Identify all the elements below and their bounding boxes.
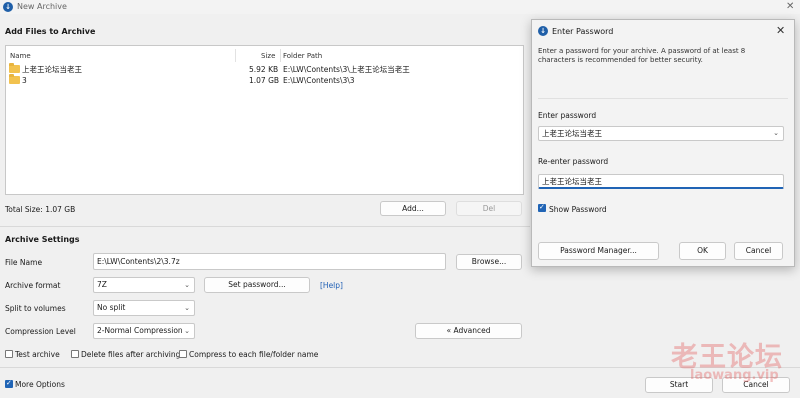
compress-each-label[interactable]: Compress to each file/folder name — [189, 350, 318, 359]
compression-level-value: 2-Normal Compression — [97, 326, 183, 335]
split-volumes-value: No split — [97, 303, 126, 312]
file-list[interactable]: Name Size Folder Path 上老王论坛当老王 5.92 KB E… — [5, 45, 524, 195]
advanced-button[interactable]: « Advanced — [415, 323, 522, 339]
folder-icon — [9, 63, 20, 73]
file-name-label: File Name — [5, 258, 43, 267]
section-divider — [0, 226, 530, 227]
column-divider — [235, 49, 236, 62]
delete-files-checkbox[interactable] — [71, 350, 79, 358]
file-name: 3 — [22, 76, 27, 85]
chevron-down-icon: ⌄ — [184, 281, 190, 289]
file-row[interactable]: 上老王论坛当老王 5.92 KB E:\LW\Contents\3\上老王论坛当… — [6, 63, 523, 75]
column-header-folder-path[interactable]: Folder Path — [283, 52, 322, 60]
enter-password-input[interactable]: 上老王论坛当老王 ⌄ — [538, 126, 784, 141]
reenter-password-input[interactable]: 上老王论坛当老王 — [538, 174, 784, 189]
archive-format-value: 7Z — [97, 280, 107, 289]
total-size-text: Total Size: 1.07 GB — [5, 205, 76, 214]
help-link[interactable]: [Help] — [320, 281, 343, 290]
more-options-checkbox[interactable] — [5, 379, 13, 388]
password-manager-button[interactable]: Password Manager... — [538, 242, 659, 260]
watermark-url: laowang.vip — [690, 368, 779, 383]
dialog-divider — [538, 98, 788, 99]
dialog-logo-icon: ↓ — [538, 26, 548, 36]
dialog-description: Enter a password for your archive. A pas… — [538, 47, 746, 64]
chevron-down-icon: ⌄ — [184, 304, 190, 312]
compress-each-checkbox[interactable] — [179, 350, 187, 358]
add-files-section-title: Add Files to Archive — [5, 27, 96, 36]
file-size: 5.92 KB — [249, 65, 279, 74]
file-path: E:\LW\Contents\3\3 — [283, 76, 355, 85]
set-password-button[interactable]: Set password... — [204, 277, 310, 293]
file-name-input[interactable]: E:\LW\Contents\2\3.7z — [93, 253, 446, 270]
enter-password-dialog: ↓ Enter Password ✕ Enter a password for … — [531, 19, 795, 267]
archive-settings-section-title: Archive Settings — [5, 235, 80, 244]
split-volumes-select[interactable]: No split ⌄ — [93, 300, 195, 316]
window-title: New Archive — [17, 2, 67, 11]
compression-level-select[interactable]: 2-Normal Compression ⌄ — [93, 323, 195, 339]
chevron-down-icon: ⌄ — [773, 129, 779, 137]
test-archive-checkbox[interactable] — [5, 350, 13, 358]
dialog-title: Enter Password — [552, 27, 614, 36]
close-icon: ✕ — [776, 24, 786, 37]
enter-password-value: 上老王论坛当老王 — [542, 129, 602, 138]
more-options-label[interactable]: More Options — [15, 380, 65, 389]
file-path: E:\LW\Contents\3\上老王论坛当老王 — [283, 65, 410, 74]
add-files-button[interactable]: Add... — [380, 201, 446, 216]
close-icon: ✕ — [786, 1, 795, 12]
delete-files-label[interactable]: Delete files after archiving — [81, 350, 180, 359]
folder-icon — [9, 74, 20, 84]
browse-button[interactable]: Browse... — [456, 254, 522, 270]
column-divider — [280, 49, 281, 62]
enter-password-label: Enter password — [538, 111, 597, 120]
dialog-close-button[interactable]: ✕ — [776, 24, 785, 37]
reenter-password-label: Re-enter password — [538, 157, 609, 166]
show-password-checkbox[interactable] — [538, 203, 546, 212]
close-window-button[interactable]: ✕ — [786, 1, 794, 12]
file-name: 上老王论坛当老王 — [22, 65, 82, 74]
file-row[interactable]: 3 1.07 GB E:\LW\Contents\3\3 — [6, 74, 523, 86]
archive-format-select[interactable]: 7Z ⌄ — [93, 277, 195, 293]
split-volumes-label: Split to volumes — [5, 304, 66, 313]
ok-button[interactable]: OK — [679, 242, 726, 260]
file-size: 1.07 GB — [249, 76, 280, 85]
show-password-label[interactable]: Show Password — [549, 205, 607, 214]
test-archive-label[interactable]: Test archive — [15, 350, 60, 359]
dialog-cancel-button[interactable]: Cancel — [734, 242, 783, 260]
column-header-size[interactable]: Size — [261, 52, 275, 60]
compression-level-label: Compression Level — [5, 327, 76, 336]
delete-files-button[interactable]: Del — [456, 201, 522, 216]
title-bar: ↓ New Archive ✕ — [0, 0, 800, 14]
chevron-down-icon: ⌄ — [184, 327, 190, 335]
app-logo-icon: ↓ — [3, 2, 13, 12]
archive-format-label: Archive format — [5, 281, 61, 290]
column-header-name[interactable]: Name — [10, 52, 31, 60]
